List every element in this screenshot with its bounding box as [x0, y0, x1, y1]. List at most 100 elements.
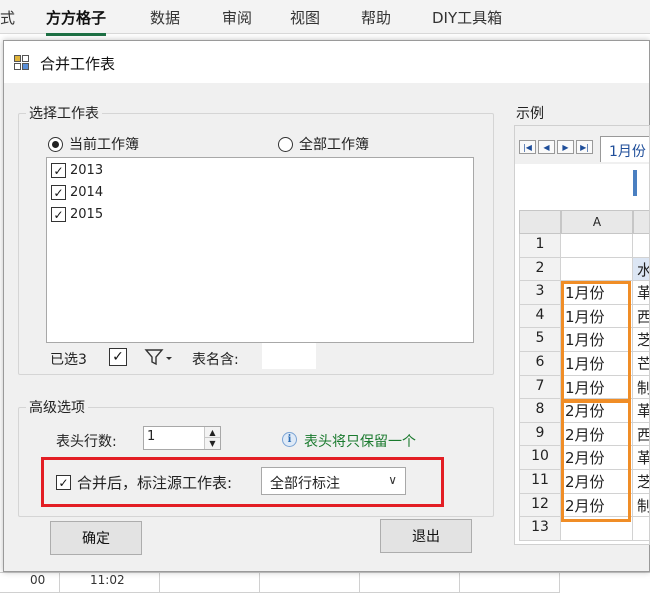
background-cell [260, 573, 360, 593]
ribbon-tab-formula[interactable]: 式 [0, 7, 15, 28]
table-row: 1 [519, 234, 649, 258]
cell-b: 西 [633, 423, 649, 447]
row-header: 7 [519, 375, 561, 400]
cell-b [633, 234, 649, 258]
chevron-down-icon: ∨ [388, 473, 397, 487]
selected-count: 已选3 [50, 352, 87, 368]
grid-corner [519, 210, 561, 234]
ribbon-tab-data[interactable]: 数据 [150, 7, 180, 28]
first-sheet-icon: |◀ [519, 140, 536, 154]
checkbox-checked-icon[interactable]: ✓ [51, 207, 66, 222]
row-header: 8 [519, 399, 561, 423]
radio-current-workbook[interactable]: 当前工作簿 [48, 134, 139, 154]
background-cell [360, 573, 460, 593]
header-rows-value[interactable]: 1 [147, 429, 155, 444]
row-header: 2 [519, 257, 561, 282]
cell-a [561, 234, 633, 258]
sheet-name: 2014 [70, 185, 104, 200]
ribbon-tab-diy-toolbox[interactable]: DIY工具箱 [432, 7, 502, 28]
mark-mode-select[interactable]: 全部行标注 ∨ [261, 467, 406, 495]
next-sheet-icon: ▶ [557, 140, 574, 154]
header-rows-hint: 表头将只保留一个 [304, 434, 416, 450]
ribbon-tab-view[interactable]: 视图 [290, 7, 320, 28]
cell-b: 西 [633, 305, 649, 329]
cell-b [633, 517, 649, 541]
column-header-a: A [561, 210, 633, 234]
sheet-list[interactable]: ✓ 2013 ✓ 2014 ✓ 2015 [46, 157, 474, 343]
ribbon-tab-help[interactable]: 帮助 [361, 7, 391, 28]
row-header: 4 [519, 304, 561, 329]
background-cell: 11:02 [60, 573, 160, 593]
ribbon-tab-fangfang[interactable]: 方方格子 [46, 7, 107, 36]
ok-button[interactable]: 确定 [50, 521, 142, 555]
cell-b: 水 [633, 257, 649, 282]
cell-b: 革 [633, 281, 649, 305]
cell-b: 革 [633, 446, 649, 470]
select-sheets-legend: 选择工作表 [26, 103, 102, 123]
cell-a [561, 257, 633, 282]
down-arrow-icon [633, 170, 637, 196]
highlight-group-jan [561, 281, 631, 403]
sheet-name-filter-input[interactable] [262, 343, 316, 369]
radio-all-label: 全部工作簿 [299, 137, 369, 153]
advanced-options-legend: 高级选项 [26, 397, 88, 417]
sheet-name: 2015 [70, 207, 104, 222]
highlight-group-feb [561, 399, 631, 522]
checkbox-checked-icon[interactable]: ✓ [51, 185, 66, 200]
example-legend: 示例 [516, 106, 544, 122]
ribbon-tab-review[interactable]: 审阅 [222, 7, 252, 28]
row-header: 3 [519, 281, 561, 305]
dialog-titlebar[interactable]: 合并工作表 [4, 41, 649, 83]
cell-b: 芝 [633, 470, 649, 494]
row-header: 13 [519, 517, 561, 541]
sheet-name: 2013 [70, 163, 104, 178]
cell-b: 革 [633, 399, 649, 423]
list-item[interactable]: ✓ 2014 [51, 185, 103, 200]
example-sheet-tab: 1月份 [600, 136, 649, 162]
mark-mode-value: 全部行标注 [270, 476, 340, 492]
table-row: 2水 [519, 257, 649, 282]
background-cell [460, 573, 560, 593]
cell-b: 制 [633, 494, 649, 518]
background-cell [160, 573, 260, 593]
row-header: 5 [519, 328, 561, 352]
prev-sheet-icon: ◀ [538, 140, 555, 154]
ribbon-tabs: 式 方方格子 数据 审阅 视图 帮助 DIY工具箱 [0, 0, 650, 36]
row-header: 6 [519, 352, 561, 376]
background-cell: 00 [0, 573, 60, 593]
column-header-b [633, 210, 649, 234]
radio-all-workbooks[interactable]: 全部工作簿 [278, 134, 369, 154]
mark-source-label: 合并后，标注源工作表: [77, 474, 233, 492]
row-header: 12 [519, 493, 561, 518]
row-header: 9 [519, 422, 561, 447]
checkbox-checked-icon[interactable]: ✓ [51, 163, 66, 178]
example-sheet-bar: |◀ ◀ ▶ ▶| 1月份 [515, 126, 649, 164]
cell-b: 芝 [633, 328, 649, 352]
list-item[interactable]: ✓ 2013 [51, 163, 103, 178]
app-grid-icon [14, 55, 30, 71]
cell-b: 制 [633, 376, 649, 400]
checkbox-checked-icon[interactable]: ✓ [56, 475, 71, 490]
radio-unselected-icon [278, 136, 293, 152]
radio-current-label: 当前工作簿 [69, 137, 139, 153]
select-all-check-icon[interactable]: ✓ [107, 346, 129, 368]
radio-selected-icon [48, 136, 63, 152]
cell-b: 芒 [633, 352, 649, 376]
row-header: 10 [519, 446, 561, 470]
exit-button[interactable]: 退出 [380, 519, 472, 553]
row-header: 1 [519, 234, 561, 258]
sheet-nav-buttons: |◀ ◀ ▶ ▶| [519, 140, 593, 154]
header-rows-stepper[interactable]: 1 ▲ ▼ [143, 426, 221, 450]
row-header: 11 [519, 470, 561, 494]
list-item[interactable]: ✓ 2015 [51, 207, 103, 222]
last-sheet-icon: ▶| [576, 140, 593, 154]
sheet-name-filter-label: 表名含: [192, 352, 239, 368]
dialog-title: 合并工作表 [40, 55, 116, 73]
spin-up-icon[interactable]: ▲ [204, 427, 220, 438]
filter-dropdown-icon[interactable] [142, 346, 176, 368]
background-sheet-grid: 00 11:02 [0, 572, 650, 610]
header-rows-label: 表头行数: [56, 434, 117, 450]
info-icon: i [282, 432, 297, 447]
spin-down-icon[interactable]: ▼ [204, 438, 220, 449]
mark-source-checkbox[interactable]: ✓ 合并后，标注源工作表: [56, 472, 232, 493]
